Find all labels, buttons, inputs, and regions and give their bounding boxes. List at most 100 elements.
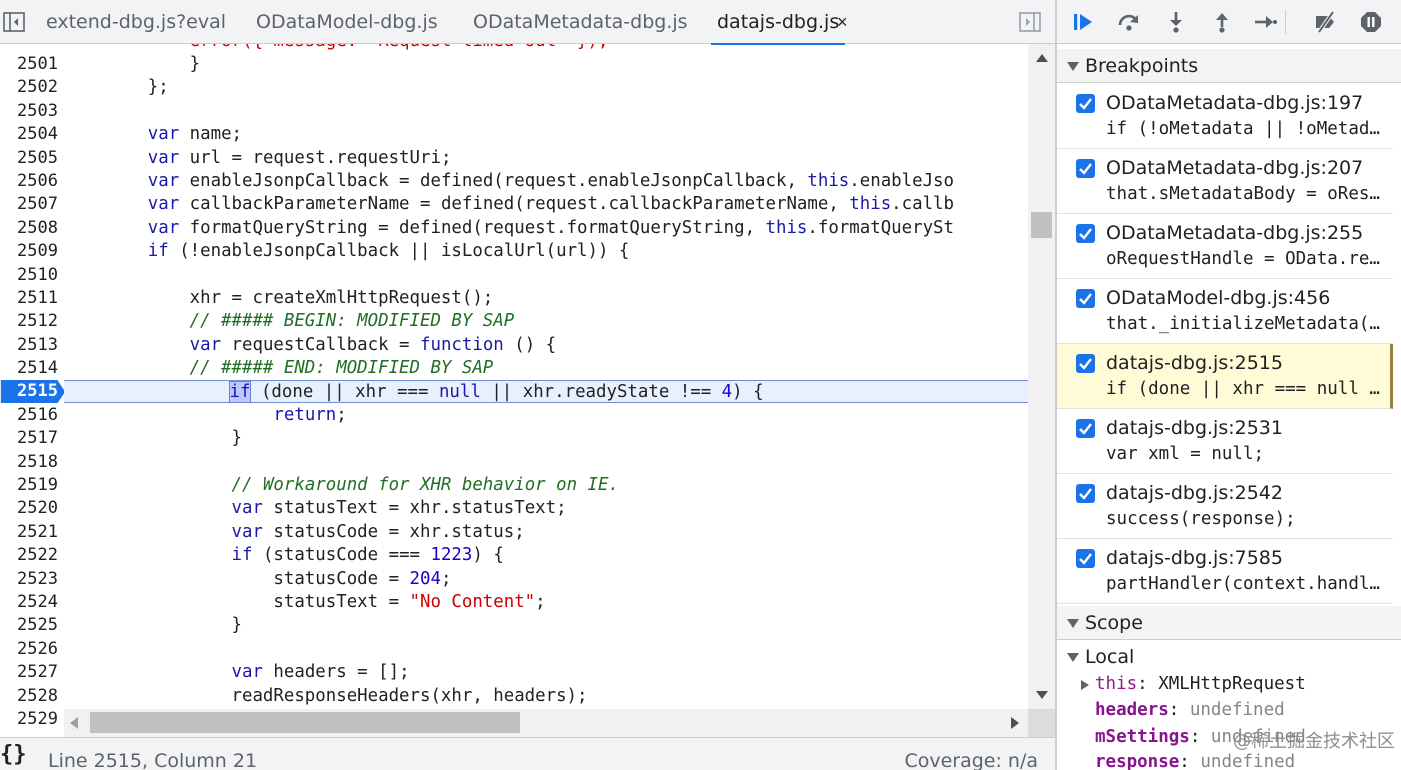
breakpoint-item[interactable]: ODataMetadata-dbg.js:255 oRequestHandle … xyxy=(1057,214,1393,279)
line-number[interactable]: 2510 xyxy=(0,264,58,287)
debugger-toolbar xyxy=(1057,0,1401,44)
line-number[interactable]: 2518 xyxy=(0,451,58,474)
breakpoint-item[interactable]: ODataMetadata-dbg.js:197 if (!oMetadata … xyxy=(1057,84,1393,149)
line-number[interactable]: 2525 xyxy=(0,614,58,637)
breakpoint-checkbox[interactable] xyxy=(1076,354,1095,373)
breakpoint-location: ODataModel-dbg.js:456 xyxy=(1106,287,1331,309)
horizontal-scroll-thumb[interactable] xyxy=(90,712,520,733)
line-number[interactable]: 2511 xyxy=(0,287,58,310)
expand-triangle-icon[interactable] xyxy=(1081,680,1089,690)
line-number[interactable]: 2503 xyxy=(0,100,58,123)
close-icon[interactable]: × xyxy=(837,0,848,44)
breakpoint-checkbox[interactable] xyxy=(1076,549,1095,568)
tab-extend-dbg[interactable]: extend-dbg.js?eval xyxy=(46,0,226,44)
line-number[interactable]: 2522 xyxy=(0,544,58,567)
breakpoint-checkbox[interactable] xyxy=(1076,419,1095,438)
coverage-status[interactable]: Coverage: n/a xyxy=(904,750,1038,770)
breakpoint-checkbox[interactable] xyxy=(1076,289,1095,308)
line-number[interactable]: 2509 xyxy=(0,240,58,263)
line-number[interactable]: 2505 xyxy=(0,147,58,170)
line-number[interactable]: 2527 xyxy=(0,661,58,684)
scope-section-header[interactable]: Scope xyxy=(1057,606,1401,640)
line-number[interactable]: 2506 xyxy=(0,170,58,193)
scope-key: mSettings xyxy=(1095,727,1190,747)
breakpoint-code: oRequestHandle = OData.request(oRequest xyxy=(1106,249,1382,269)
breakpoints-section-header[interactable]: Breakpoints xyxy=(1057,49,1401,83)
breakpoint-checkbox[interactable] xyxy=(1076,484,1095,503)
scroll-up-arrow-icon[interactable] xyxy=(1036,54,1048,62)
code-line: // ##### END: MODIFIED BY SAP xyxy=(189,358,494,378)
step-into-icon[interactable] xyxy=(1162,8,1190,36)
tab-odatamodel-dbg[interactable]: ODataModel-dbg.js xyxy=(256,0,438,44)
code-line: readResponseHeaders(xhr, headers); xyxy=(64,686,588,706)
breakpoint-location: datajs-dbg.js:2515 xyxy=(1106,352,1283,374)
step-out-icon[interactable] xyxy=(1208,8,1236,36)
pause-on-exceptions-icon[interactable] xyxy=(1357,8,1385,36)
breakpoint-item[interactable]: datajs-dbg.js:2531 var xml = null; xyxy=(1057,409,1393,474)
status-bar: {} Line 2515, Column 21 Coverage: n/a xyxy=(0,737,1055,770)
code-line: if (statusCode === 1223) { xyxy=(231,545,504,565)
breakpoint-item[interactable]: datajs-dbg.js:7585 partHandler(context.h… xyxy=(1057,539,1393,604)
breakpoint-item[interactable]: ODataModel-dbg.js:456 that._initializeMe… xyxy=(1057,279,1393,344)
tab-odatametadata-dbg[interactable]: ODataMetadata-dbg.js xyxy=(473,0,688,44)
line-number[interactable]: 2504 xyxy=(0,123,58,146)
line-number[interactable]: 2502 xyxy=(0,76,58,99)
panel-right-icon[interactable] xyxy=(1018,10,1042,34)
scope-row[interactable]: headers: undefined xyxy=(1095,700,1285,720)
vertical-scroll-thumb[interactable] xyxy=(1031,212,1052,238)
file-tab-bar: extend-dbg.js?eval ODataModel-dbg.js ODa… xyxy=(0,0,1055,45)
line-number[interactable]: 2507 xyxy=(0,193,58,216)
scope-local-group[interactable]: Local xyxy=(1067,646,1134,668)
line-number[interactable]: 2508 xyxy=(0,217,58,240)
breakpoint-checkbox[interactable] xyxy=(1076,94,1095,113)
code-line: }; xyxy=(64,77,169,97)
collapse-triangle-icon xyxy=(1067,619,1079,628)
breakpoints-title: Breakpoints xyxy=(1085,55,1199,77)
code-line: xhr = createXmlHttpRequest(); xyxy=(64,288,494,308)
scroll-right-arrow-icon[interactable] xyxy=(1011,717,1019,729)
code-lines[interactable]: error({ message: "Request timed out" });… xyxy=(64,44,1028,709)
line-number[interactable]: 2516 xyxy=(0,404,58,427)
line-number[interactable]: 2520 xyxy=(0,497,58,520)
code-editor[interactable]: 2501 2502 2503 2504 2505 2506 2507 2508 … xyxy=(0,44,1055,737)
panel-left-icon[interactable] xyxy=(2,10,26,34)
line-number-active[interactable]: 2515 xyxy=(0,380,58,403)
cursor-position: Line 2515, Column 21 xyxy=(48,750,258,770)
line-number[interactable]: 2501 xyxy=(0,53,58,76)
line-number[interactable]: 2513 xyxy=(0,334,58,357)
line-gutter[interactable]: 2501 2502 2503 2504 2505 2506 2507 2508 … xyxy=(0,44,66,737)
breakpoint-checkbox[interactable] xyxy=(1076,159,1095,178)
scroll-left-arrow-icon[interactable] xyxy=(70,717,78,729)
breakpoint-item[interactable]: datajs-dbg.js:2542 success(response); xyxy=(1057,474,1393,539)
scope-row-this[interactable]: this: XMLHttpRequest xyxy=(1081,674,1306,694)
breakpoint-location: datajs-dbg.js:7585 xyxy=(1106,547,1283,569)
scope-value: XMLHttpRequest xyxy=(1158,674,1306,694)
breakpoint-checkbox[interactable] xyxy=(1076,224,1095,243)
breakpoint-code: if (!oMetadata || !oMetadata.dataService… xyxy=(1106,119,1382,139)
line-number[interactable]: 2512 xyxy=(0,310,58,333)
scroll-down-arrow-icon[interactable] xyxy=(1036,691,1048,699)
line-number[interactable]: 2519 xyxy=(0,474,58,497)
code-line: return; xyxy=(273,405,347,425)
line-number[interactable]: 2526 xyxy=(0,638,58,661)
line-number[interactable]: 2529 xyxy=(0,708,58,731)
line-number[interactable]: 2514 xyxy=(0,357,58,380)
line-number[interactable]: 2528 xyxy=(0,685,58,708)
breakpoint-item-paused[interactable]: datajs-dbg.js:2515 if (done || xhr === n… xyxy=(1057,344,1393,409)
scope-row[interactable]: response: undefined xyxy=(1095,752,1295,770)
code-line-partial: error({ message: "Request timed out" }); xyxy=(64,44,609,53)
pretty-print-button[interactable]: {} xyxy=(0,742,27,767)
vertical-scrollbar[interactable] xyxy=(1028,44,1055,709)
line-number[interactable]: 2524 xyxy=(0,591,58,614)
line-number[interactable]: 2521 xyxy=(0,521,58,544)
line-number[interactable]: 2523 xyxy=(0,568,58,591)
step-icon[interactable] xyxy=(1251,8,1279,36)
code-line: var formatQueryString = defined(request.… xyxy=(147,218,954,238)
tab-datajs-dbg[interactable]: datajs-dbg.js xyxy=(710,0,846,45)
deactivate-breakpoints-icon[interactable] xyxy=(1311,8,1339,36)
step-over-icon[interactable] xyxy=(1115,8,1143,36)
resume-icon[interactable] xyxy=(1069,8,1097,36)
breakpoint-item[interactable]: ODataMetadata-dbg.js:207 that.sMetadataB… xyxy=(1057,149,1393,214)
horizontal-scrollbar[interactable] xyxy=(64,709,1028,737)
line-number[interactable]: 2517 xyxy=(0,427,58,450)
